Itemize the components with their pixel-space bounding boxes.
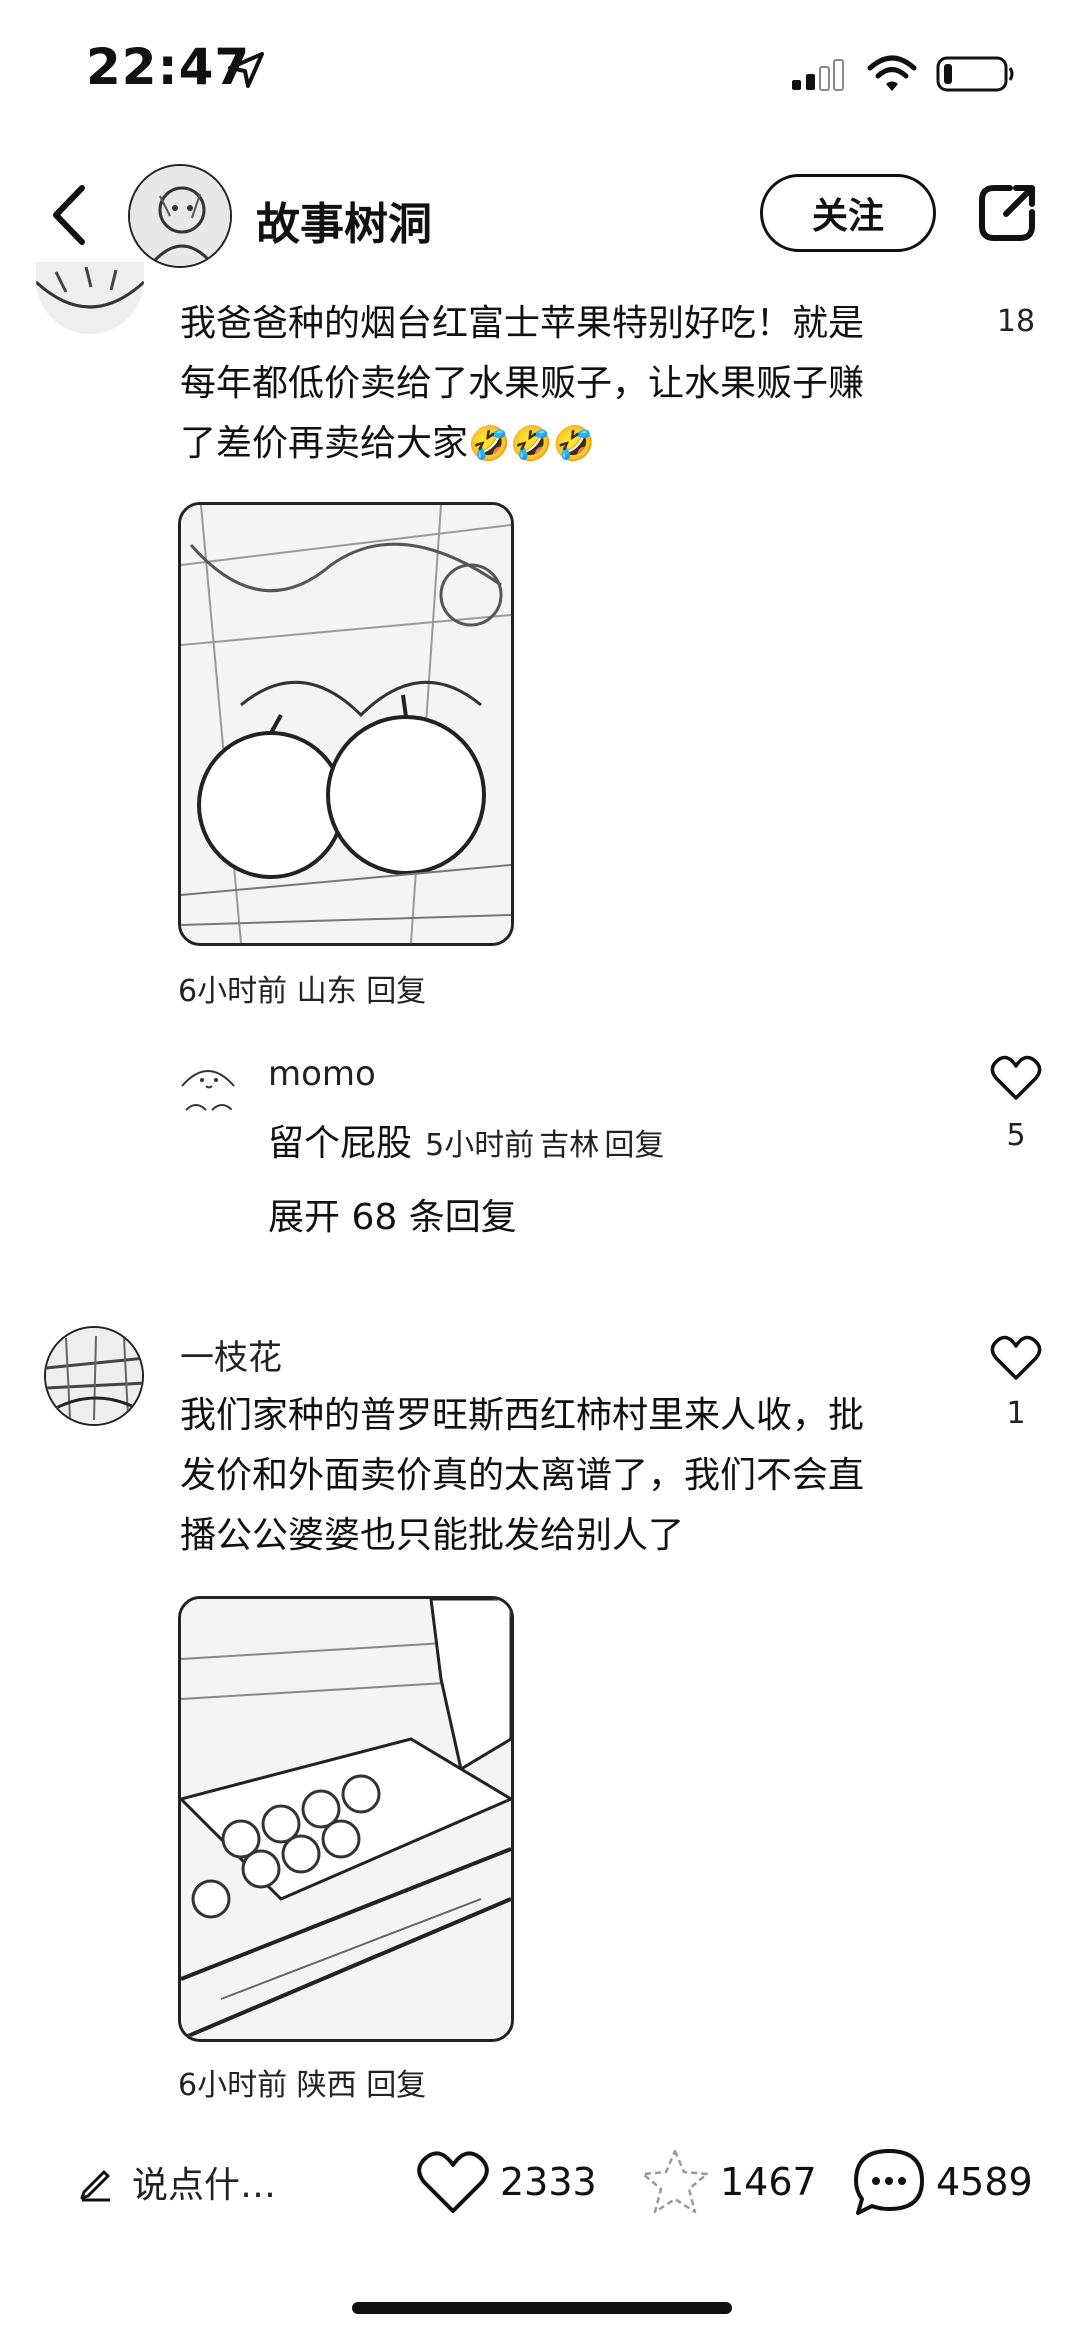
comment-input[interactable]: 说点什… [76, 2150, 336, 2214]
reply-time: 5小时前 [425, 1128, 535, 1163]
commenter-avatar[interactable] [36, 262, 144, 334]
expand-replies-button[interactable]: 展开 68 条回复 [268, 1188, 517, 1240]
commenter-avatar[interactable] [44, 1326, 144, 1426]
avatar-image-icon [36, 262, 144, 334]
commenter-username[interactable]: 一枝花 [180, 1330, 282, 1379]
follow-button[interactable]: 关注 [760, 174, 936, 252]
cellular-signal-icon [792, 59, 844, 91]
reply-text: 留个屁股 [268, 1123, 413, 1164]
bottom-action-bar: 说点什… 2333 1467 4589 [0, 2130, 1080, 2230]
comment-meta: 6小时前 山东 回复 [178, 966, 426, 1010]
avatar-image-icon [176, 1056, 240, 1120]
heart-outline-icon [417, 2151, 489, 2213]
home-indicator[interactable] [352, 2302, 732, 2314]
comment-location: 山东 [296, 974, 357, 1009]
battery-icon [936, 56, 1014, 92]
comments-button[interactable]: 4589 [852, 2146, 1033, 2218]
like-count: 2333 [500, 2160, 597, 2204]
avatar-image-icon [130, 166, 230, 266]
reply-avatar[interactable] [176, 1056, 240, 1120]
chat-bubble-icon [854, 2149, 924, 2215]
back-chevron-icon[interactable] [46, 180, 94, 250]
heart-outline-icon[interactable] [990, 1054, 1042, 1102]
comment-count: 4589 [936, 2160, 1033, 2204]
comment-line: 了差价再卖给大家🤣🤣🤣 [180, 423, 596, 464]
header-bar: 故事树洞 关注 [0, 150, 1080, 280]
avatar-image-icon [46, 1328, 142, 1424]
favorite-count: 1467 [720, 2160, 817, 2204]
comment-line: 我爸爸种的烟台红富士苹果特别好吃！就是 [180, 303, 865, 344]
reply-location: 吉林 [539, 1128, 600, 1163]
comment-line: 播公公婆婆也只能批发给别人了 [180, 1515, 685, 1556]
reply-button[interactable]: 回复 [366, 2068, 426, 2103]
tomato-photo-icon [181, 1599, 511, 2039]
channel-title: 故事树洞 [256, 199, 432, 250]
status-bar: 22:47 [0, 0, 1080, 140]
comment-text: 我们家种的普罗旺斯西红柿村里来人收，批 发价和外面卖价真的太离谱了，我们不会直 … [180, 1386, 960, 1566]
star-outline-icon [641, 2149, 709, 2214]
comment-input-placeholder: 说点什… [132, 2165, 277, 2206]
reply-button[interactable]: 回复 [366, 974, 426, 1009]
comment-meta: 6小时前 陕西 回复 [178, 2060, 426, 2104]
comment-like-count: 1 [1006, 1396, 1026, 1431]
reply-like-count: 5 [1006, 1118, 1026, 1153]
comment-line: 我们家种的普罗旺斯西红柿村里来人收，批 [180, 1395, 865, 1436]
apple-photo-icon [181, 505, 511, 943]
reply-button[interactable]: 回复 [604, 1128, 664, 1163]
heart-outline-icon[interactable] [990, 1334, 1042, 1382]
comment-location: 陕西 [296, 2068, 357, 2103]
channel-avatar[interactable] [128, 164, 232, 268]
comment-line: 每年都低价卖给了水果贩子，让水果贩子赚 [180, 363, 865, 404]
comment-time: 6小时前 [178, 2068, 288, 2103]
like-button[interactable]: 2333 [416, 2146, 597, 2218]
comment-like-count: 18 [996, 304, 1036, 339]
favorite-button[interactable]: 1467 [640, 2146, 817, 2218]
comment-time: 6小时前 [178, 974, 288, 1009]
comment-line: 发价和外面卖价真的太离谱了，我们不会直 [180, 1455, 865, 1496]
share-icon[interactable] [976, 182, 1038, 244]
location-arrow-icon [228, 52, 264, 88]
wifi-icon [867, 55, 917, 91]
comment-photo[interactable] [178, 502, 514, 946]
laughing-face-emoji-icon: 🤣🤣🤣 [468, 424, 596, 464]
reply-username[interactable]: momo [268, 1054, 376, 1094]
comment-text: 我爸爸种的烟台红富士苹果特别好吃！就是 每年都低价卖给了水果贩子，让水果贩子赚 … [180, 294, 960, 474]
reply-body: 留个屁股 5小时前 吉林 回复 [268, 1114, 664, 1166]
pencil-icon [80, 2170, 110, 2202]
comment-photo[interactable] [178, 1596, 514, 2042]
